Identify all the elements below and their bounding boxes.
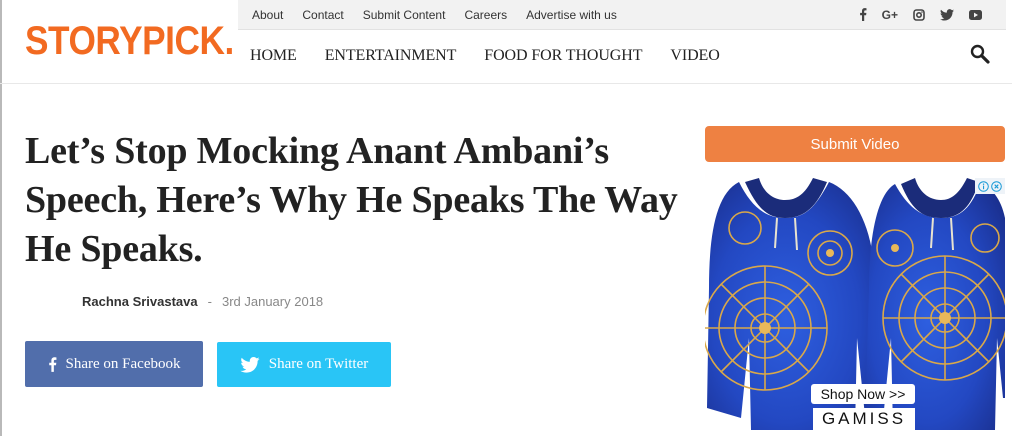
top-utility-bar: About Contact Submit Content Careers Adv… [238, 0, 1006, 30]
author-name[interactable]: Rachna Srivastava [82, 294, 198, 309]
close-icon [991, 180, 1002, 192]
nav-home[interactable]: HOME [250, 47, 297, 65]
share-facebook-button[interactable]: Share on Facebook [25, 341, 203, 387]
facebook-icon [48, 356, 56, 372]
youtube-icon[interactable] [969, 9, 982, 20]
social-links: G+ [844, 0, 982, 29]
site-logo[interactable]: STORYPICK. [25, 18, 234, 64]
article-byline: Rachna Srivastava - 3rd January 2018 [82, 294, 323, 309]
page-frame-border [0, 0, 2, 436]
share-twitter-button[interactable]: Share on Twitter [217, 342, 391, 387]
advertisement[interactable]: Shop Now >> GAMISS [705, 178, 1005, 436]
instagram-icon[interactable] [913, 8, 925, 21]
google-plus-icon[interactable]: G+ [882, 8, 898, 22]
twitter-icon [240, 356, 260, 373]
publish-date: 3rd January 2018 [221, 294, 324, 309]
top-link-about[interactable]: About [252, 8, 283, 22]
top-links: About Contact Submit Content Careers Adv… [252, 0, 636, 29]
article-title: Let’s Stop Mocking Anant Ambani’s Speech… [25, 130, 678, 270]
facebook-icon[interactable] [859, 8, 867, 21]
share-facebook-label: Share on Facebook [65, 355, 181, 372]
info-icon [978, 180, 989, 192]
share-twitter-label: Share on Twitter [268, 356, 369, 372]
ad-brand-logo: GAMISS [813, 408, 915, 430]
header-divider [0, 83, 1012, 84]
top-link-contact[interactable]: Contact [302, 8, 343, 22]
nav-video[interactable]: VIDEO [670, 47, 719, 65]
top-link-careers[interactable]: Careers [464, 8, 507, 22]
top-link-advertise[interactable]: Advertise with us [526, 8, 617, 22]
ad-choices-badge[interactable] [975, 178, 1005, 194]
search-icon[interactable] [970, 44, 990, 64]
byline-separator: - [207, 294, 212, 309]
submit-video-button[interactable]: Submit Video [705, 126, 1005, 162]
nav-entertainment[interactable]: ENTERTAINMENT [325, 47, 457, 65]
nav-food-for-thought[interactable]: FOOD FOR THOUGHT [484, 47, 642, 65]
twitter-icon[interactable] [940, 8, 954, 21]
ad-shop-now-button[interactable]: Shop Now >> [811, 384, 915, 404]
top-link-submit-content[interactable]: Submit Content [363, 8, 446, 22]
main-navigation: HOME ENTERTAINMENT FOOD FOR THOUGHT VIDE… [250, 43, 748, 69]
